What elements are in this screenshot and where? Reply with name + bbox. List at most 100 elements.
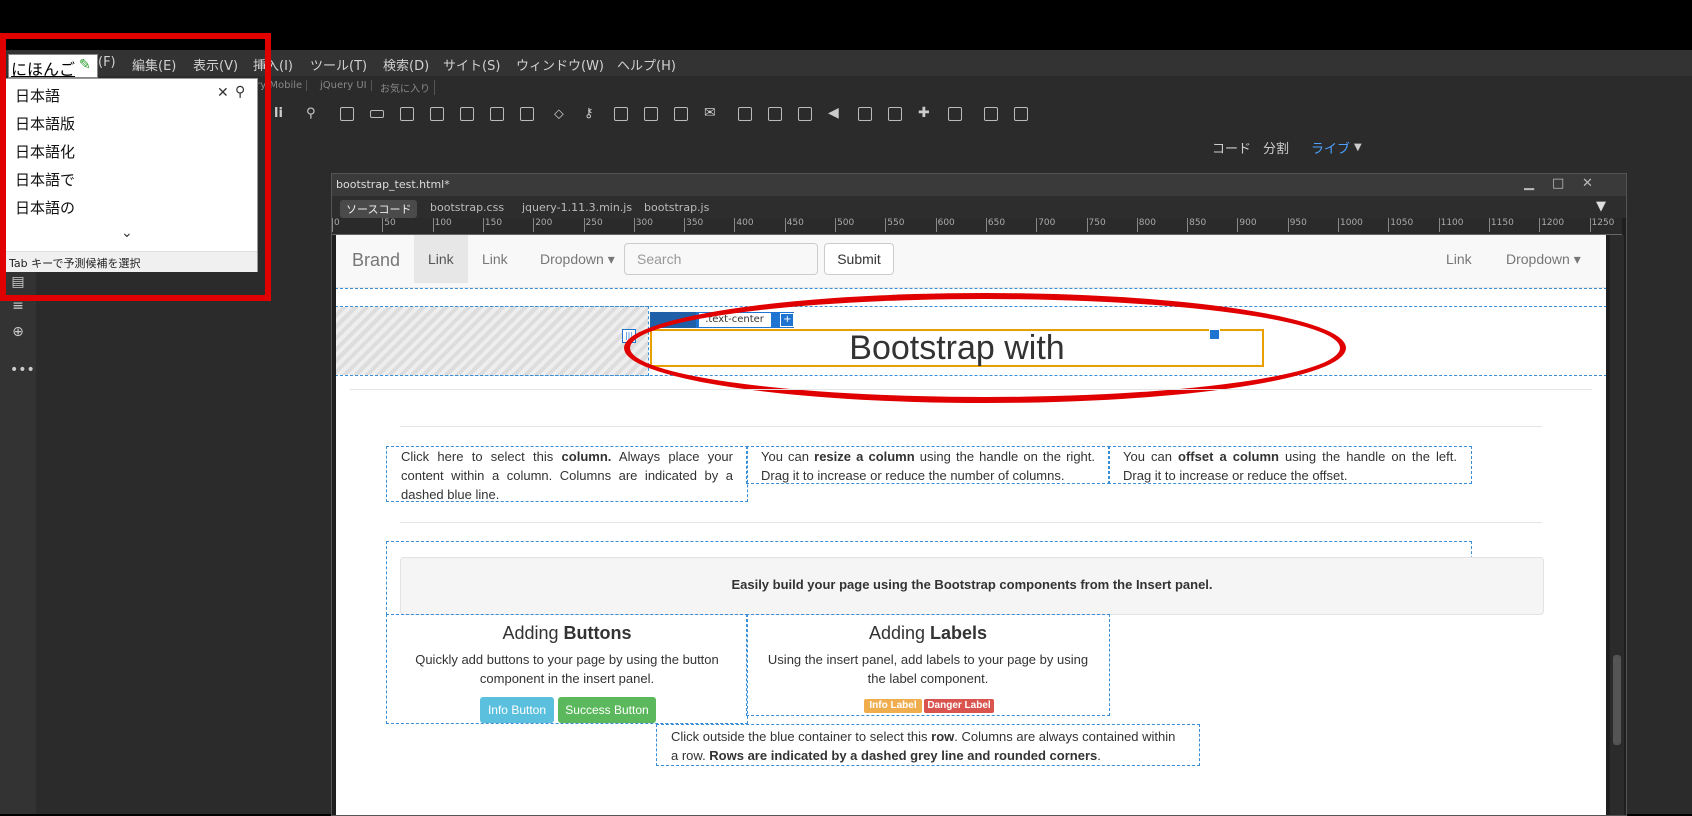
nav-dropdown[interactable]: Dropdown ▾ — [540, 251, 615, 268]
submit-button[interactable]: Submit — [824, 243, 894, 275]
script-icon[interactable]: ⚲ — [306, 106, 316, 121]
header-icon[interactable] — [340, 107, 354, 121]
target-icon[interactable]: ⊕ — [10, 324, 26, 340]
buttons-description: Quickly add buttons to your page by usin… — [415, 652, 719, 686]
div-icon[interactable] — [984, 107, 998, 121]
image-icon[interactable] — [948, 107, 962, 121]
code-view-button[interactable]: コード — [1212, 138, 1251, 157]
live-view-button[interactable]: ライブ — [1311, 138, 1350, 157]
split-view-button[interactable]: 分割 — [1263, 138, 1289, 157]
annotation-ellipse — [624, 293, 1346, 403]
file-icon[interactable] — [798, 107, 812, 121]
labels-description: Using the insert panel, add labels to yo… — [767, 652, 1089, 686]
audio-icon[interactable]: ◀ — [828, 105, 839, 121]
nav-dropdown-right-label: Dropdown — [1506, 251, 1570, 267]
button-icon[interactable] — [370, 110, 384, 118]
divider — [400, 522, 1542, 523]
buttons-heading-pre: Adding — [502, 623, 564, 643]
nav-dropdown-label: Dropdown — [540, 251, 604, 267]
footer-icon[interactable] — [520, 107, 534, 121]
nav-link[interactable]: Link — [482, 251, 508, 267]
more-icon[interactable]: ••• — [10, 362, 35, 378]
nav-dropdown-right[interactable]: Dropdown ▾ — [1506, 251, 1581, 268]
ruler-tick: 700 — [1036, 218, 1055, 232]
filter-icon[interactable]: ▼ — [1596, 199, 1606, 214]
tab-favorites[interactable]: お気に入り — [376, 80, 435, 95]
tab-jquery-ui[interactable]: jQuery UI — [316, 80, 372, 91]
layout-icon[interactable] — [1014, 107, 1028, 121]
column-icon[interactable] — [430, 107, 444, 121]
ruler-tick: 1050 — [1388, 218, 1413, 232]
close-icon[interactable]: ✕ — [1582, 176, 1593, 191]
ruler: 0 50 100 150 200 250 300 350 400 450 500 550 600 650 7… — [332, 218, 1622, 235]
mail-icon[interactable]: ✉ — [704, 105, 716, 121]
well[interactable]: Easily build your page using the Bootstr… — [400, 557, 1544, 615]
chevron-down-icon[interactable]: ▼ — [1354, 142, 1362, 153]
grid-icon[interactable] — [490, 107, 504, 121]
menu-find[interactable]: 検索(D) — [383, 55, 429, 74]
column-2[interactable]: You can resize a column using the handle… — [746, 446, 1110, 484]
tag-icon[interactable]: ⬦ — [554, 106, 564, 122]
media-icon[interactable] — [644, 107, 658, 121]
ruler-tick: 50 — [382, 218, 396, 232]
tab-bootstrap-css[interactable]: bootstrap.css — [424, 200, 510, 215]
column-1[interactable]: Click here to select this column. Always… — [386, 446, 748, 502]
container-icon[interactable] — [460, 107, 474, 121]
ruler-tick: 250 — [583, 218, 603, 232]
nav-link-right[interactable]: Link — [1446, 251, 1472, 267]
ruler-tick: 1150 — [1488, 218, 1514, 232]
video-icon[interactable] — [738, 107, 752, 121]
ruler-tick: 750 — [1086, 218, 1106, 232]
ruler-tick: 1000 — [1338, 218, 1363, 232]
ruler-tick: 600 — [935, 218, 955, 232]
vertical-scrollbar[interactable] — [1610, 235, 1624, 815]
ruler-tick: 350 — [684, 218, 703, 232]
column-3[interactable]: You can offset a column using the handle… — [1108, 446, 1472, 484]
labels-heading-pre: Adding — [868, 623, 931, 643]
row-note-post: . — [1097, 748, 1101, 763]
key-icon[interactable]: ⚷ — [584, 106, 594, 121]
row-note-bold-1: row — [931, 729, 955, 744]
buttons-heading-bold: Buttons — [563, 623, 632, 643]
menu-window[interactable]: ウィンドウ(W) — [516, 55, 604, 74]
tab-bootstrap-js[interactable]: bootstrap.js — [638, 200, 715, 215]
info-label[interactable]: Info Label — [864, 699, 922, 713]
success-button[interactable]: Success Button — [558, 697, 656, 723]
info-button[interactable]: Info Button — [480, 697, 554, 723]
scrollbar-thumb[interactable] — [1613, 655, 1621, 745]
form-icon[interactable] — [400, 107, 414, 121]
row-note[interactable]: Click outside the blue container to sele… — [656, 724, 1200, 766]
list-item-icon[interactable]: li — [274, 106, 283, 121]
table-icon[interactable] — [888, 107, 902, 121]
flash-icon[interactable] — [768, 107, 782, 121]
document-icon[interactable] — [858, 107, 872, 121]
ruler-tick: 400 — [734, 218, 754, 232]
document-window: bootstrap_test.html* ▁ □ ✕ ソースコード bootst… — [331, 173, 1627, 816]
ruler-tick: 500 — [835, 218, 854, 232]
divider — [400, 426, 1542, 427]
maximize-icon[interactable]: □ — [1552, 176, 1564, 191]
plugin-icon[interactable]: ✚ — [918, 105, 930, 121]
danger-label[interactable]: Danger Label — [924, 699, 994, 713]
ruler-tick: 100 — [432, 218, 452, 232]
ruler-tick: 800 — [1136, 218, 1156, 232]
column-offset-area — [336, 306, 649, 376]
ruler-tick: 0 — [332, 218, 340, 232]
ruler-tick: 300 — [633, 218, 653, 232]
navbar: Brand Link Link Dropdown ▾ Search Submit… — [336, 235, 1606, 289]
minimize-icon[interactable]: ▁ — [1524, 176, 1534, 191]
navbar-brand[interactable]: Brand — [352, 250, 400, 271]
menu-site[interactable]: サイト(S) — [443, 55, 500, 74]
comment-icon[interactable] — [614, 107, 628, 121]
tab-jquery-js[interactable]: jquery-1.11.3.min.js — [516, 200, 638, 215]
search-input[interactable]: Search — [624, 243, 818, 275]
nav-link-active[interactable]: Link — [414, 235, 468, 283]
row-note-bold-2: Rows are indicated by a dashed grey line… — [709, 748, 1098, 763]
ruler-tick: 550 — [885, 218, 904, 232]
menu-tools[interactable]: ツール(T) — [310, 55, 367, 74]
menu-help[interactable]: ヘルプ(H) — [617, 55, 676, 74]
ruler-tick: 900 — [1237, 218, 1257, 232]
caption-icon[interactable] — [674, 107, 688, 121]
ruler-tick: 1250 — [1589, 218, 1614, 232]
tab-source-code[interactable]: ソースコード — [340, 200, 418, 218]
